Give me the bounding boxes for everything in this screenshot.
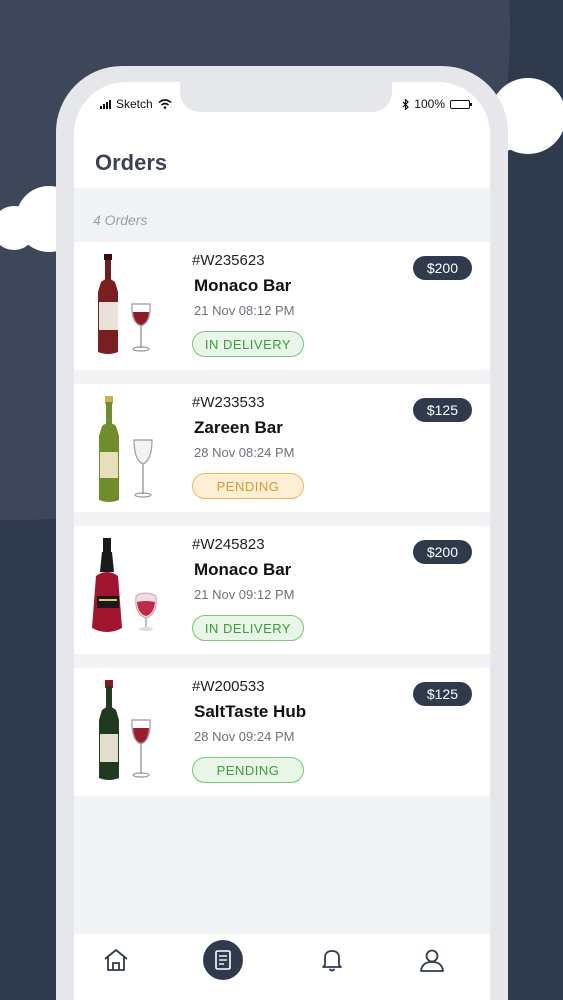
- status-badge: PENDING: [192, 473, 304, 499]
- order-card[interactable]: #W235623 Monaco Bar 21 Nov 08:12 PM $200…: [74, 242, 490, 370]
- liqueur-bottle-image: [92, 538, 157, 632]
- order-id: #W245823: [192, 536, 265, 553]
- bell-icon: [322, 950, 342, 972]
- status-left: Sketch: [100, 97, 172, 111]
- order-card[interactable]: #W233533 Zareen Bar 28 Nov 08:24 PM $125…: [74, 384, 490, 512]
- order-id: #W233533: [192, 394, 265, 411]
- phone-notch: [180, 82, 392, 112]
- red-wine-bottle-image: [98, 254, 151, 354]
- receipt-icon: [215, 950, 231, 970]
- battery-icon: [450, 99, 472, 109]
- order-name: SaltTaste Hub: [194, 702, 307, 721]
- wifi-icon: [158, 99, 172, 109]
- order-id: #W200533: [192, 678, 265, 695]
- page-title: Orders: [95, 150, 168, 175]
- order-name: Monaco Bar: [194, 560, 292, 579]
- order-card[interactable]: #W200533 SaltTaste Hub 28 Nov 09:24 PM $…: [74, 668, 490, 796]
- tab-profile[interactable]: [412, 940, 452, 980]
- tab-notifications[interactable]: [312, 940, 352, 980]
- page-header: Orders: [74, 122, 490, 188]
- white-wine-bottle-image: [99, 396, 153, 502]
- home-icon: [104, 949, 128, 971]
- battery-percent: 100%: [414, 97, 445, 111]
- bottom-tab-bar: [74, 934, 490, 1000]
- order-name: Monaco Bar: [194, 276, 292, 295]
- tab-home[interactable]: [96, 940, 136, 980]
- phone-frame: Sketch 100% Orders 4 Orders #W235623 Mon…: [56, 66, 508, 1000]
- bluetooth-icon: [402, 98, 410, 110]
- order-date: 28 Nov 09:24 PM: [194, 729, 295, 744]
- order-price: $200: [412, 256, 472, 280]
- carrier-label: Sketch: [116, 97, 153, 111]
- signal-icon: [100, 99, 111, 109]
- order-card[interactable]: #W245823 Monaco Bar 21 Nov 09:12 PM $200…: [74, 526, 490, 654]
- order-price: $125: [412, 682, 472, 706]
- status-badge: IN DELIVERY: [192, 615, 304, 641]
- user-icon: [420, 949, 444, 972]
- app-screen: Sketch 100% Orders 4 Orders #W235623 Mon…: [74, 82, 490, 1000]
- order-date: 28 Nov 08:24 PM: [194, 445, 295, 460]
- status-badge: IN DELIVERY: [192, 331, 304, 357]
- order-price: $125: [412, 398, 472, 422]
- green-wine-bottle-image: [99, 680, 151, 780]
- order-date: 21 Nov 09:12 PM: [194, 587, 295, 602]
- order-name: Zareen Bar: [194, 418, 283, 437]
- status-badge: PENDING: [192, 757, 304, 783]
- order-date: 21 Nov 08:12 PM: [194, 303, 295, 318]
- orders-count: 4 Orders: [93, 212, 148, 228]
- order-id: #W235623: [192, 252, 265, 269]
- status-right: 100%: [402, 97, 472, 111]
- order-price: $200: [412, 540, 472, 564]
- tab-orders[interactable]: [203, 940, 243, 980]
- order-list: #W235623 Monaco Bar 21 Nov 08:12 PM $200…: [74, 242, 490, 810]
